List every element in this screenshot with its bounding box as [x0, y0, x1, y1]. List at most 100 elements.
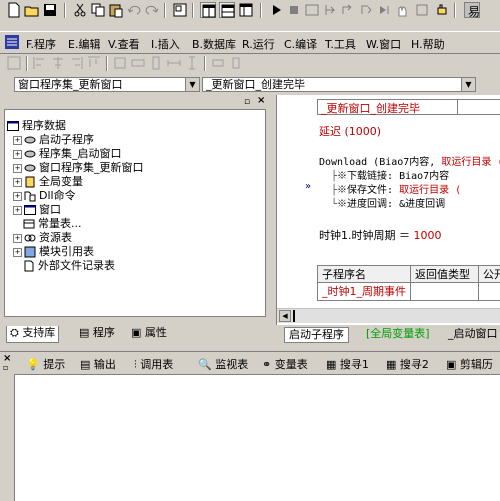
menu-window[interactable]: W.窗口 [366, 36, 401, 52]
expand-icon[interactable]: + [13, 205, 22, 215]
breakpoint-hand-icon[interactable] [394, 2, 410, 18]
run-to-cursor-icon[interactable] [376, 2, 392, 18]
find-icon[interactable] [172, 2, 188, 18]
menu-edit[interactable]: E.编辑 [68, 36, 100, 52]
cut-icon[interactable] [72, 2, 88, 18]
method-selector-combo[interactable]: _更新窗口_创建完毕 ▼ [202, 77, 476, 92]
tab-watch[interactable]: 🔍 监视表 [198, 356, 248, 372]
expand-icon[interactable]: + [13, 233, 22, 243]
layout-stack-icon[interactable] [219, 2, 235, 18]
tree-item[interactable]: + 资源表 [13, 231, 72, 245]
tree-item[interactable]: + 全局变量 [13, 175, 83, 189]
scroll-left-icon[interactable]: ◀ [279, 310, 291, 322]
tree-item[interactable]: + 窗口程序集_更新窗口 [13, 161, 144, 175]
tab-call-stack[interactable]: ⫶ 调用表 [134, 356, 173, 372]
menu-run[interactable]: R.运行 [242, 36, 275, 52]
menu-compile[interactable]: C.编译 [284, 36, 317, 52]
layout-list-icon[interactable] [238, 2, 254, 18]
tree-item[interactable]: + 启动子程序 [13, 133, 94, 147]
step-into-icon[interactable] [322, 2, 338, 18]
table-cell-return[interactable] [411, 283, 479, 301]
align-left-icon[interactable] [32, 55, 48, 71]
scroll-thumb[interactable] [293, 310, 295, 322]
align-grid-icon[interactable] [6, 55, 22, 71]
code-line-download[interactable]: Download (Biao7内容, 取运行目录 ( [319, 153, 500, 168]
tree-item[interactable]: + 程序集_启动窗口 [13, 147, 122, 161]
restore-icon[interactable]: ▫ [244, 97, 254, 107]
step-out-icon[interactable] [358, 2, 374, 18]
tree-item[interactable]: + 窗口 [13, 203, 61, 217]
tree-item[interactable]: 常量表... [23, 217, 82, 231]
menu-insert[interactable]: I.插入 [151, 36, 180, 52]
align-right-icon[interactable] [68, 55, 84, 71]
menu-tools[interactable]: T.工具 [325, 36, 356, 52]
tab-startup-window[interactable]: _启动窗口 [444, 327, 500, 341]
expand-icon[interactable]: + [13, 135, 22, 145]
step-over-icon[interactable] [340, 2, 356, 18]
table-cell-subname[interactable]: _时钟1_周期事件 [317, 283, 411, 301]
tab-clip-history[interactable]: ▣ 剪辑历 [446, 356, 493, 372]
tab-variables[interactable]: ⚭ 变量表 [262, 356, 308, 372]
paste-icon[interactable] [108, 2, 124, 18]
tab-properties[interactable]: ▣ 属性 [128, 326, 170, 342]
tab-output[interactable]: ▤ 输出 [80, 356, 116, 372]
menu-view[interactable]: V.查看 [108, 36, 140, 52]
expand-icon[interactable]: + [13, 177, 22, 187]
debug-icon[interactable] [304, 2, 320, 18]
undo-icon[interactable] [126, 2, 142, 18]
save-icon[interactable] [42, 2, 58, 18]
chevron-down-icon[interactable]: ▼ [461, 78, 475, 91]
tab-search2[interactable]: ▦ 搜寻2 [386, 356, 429, 372]
tab-global-var-table[interactable]: [全局变量表] [362, 327, 434, 341]
same-size-icon[interactable] [112, 55, 128, 71]
same-width-icon[interactable] [130, 55, 146, 71]
expand-icon[interactable]: + [13, 149, 22, 159]
tree-item[interactable]: + 模块引用表 [13, 245, 94, 259]
align-center-icon[interactable] [50, 55, 66, 71]
restore-icon[interactable]: ▫ [3, 363, 8, 372]
tab-search1[interactable]: ▦ 搜寻1 [326, 356, 369, 372]
space-horizontal-icon[interactable] [166, 55, 182, 71]
logo-icon[interactable]: 易 [464, 2, 480, 19]
tab-startup-sub[interactable]: 启动子程序 [284, 327, 349, 343]
new-file-icon[interactable] [6, 2, 22, 18]
misc-tool-icon[interactable] [414, 2, 430, 18]
output-pane[interactable] [14, 374, 500, 501]
help-hand-icon[interactable] [434, 2, 450, 18]
code-param-progress: └※进度回调: &进度回调 [331, 199, 446, 210]
code-editor[interactable]: _更新窗口_创建完毕 延迟 (1000) Download (Biao7内容, … [276, 95, 500, 325]
close-icon[interactable]: × [257, 96, 267, 106]
run-icon[interactable] [268, 2, 284, 18]
tab-program[interactable]: ▤ 程序 [76, 326, 118, 342]
table-cell-public[interactable] [479, 283, 500, 301]
center-vertical-icon[interactable] [228, 55, 244, 71]
code-line-timer[interactable]: 时钟1.时钟周期 ＝ 1000 [319, 227, 442, 243]
open-file-icon[interactable] [24, 2, 40, 18]
tree-item[interactable]: 外部文件记录表 [23, 259, 115, 273]
code-line-delay[interactable]: 延迟 (1000) [319, 123, 381, 139]
menu-database[interactable]: B.数据库 [192, 36, 236, 52]
center-horizontal-icon[interactable] [210, 55, 226, 71]
align-top-icon[interactable] [86, 55, 102, 71]
tab-support-library[interactable]: ⛭ 支持库 [6, 326, 60, 343]
class-selector-combo[interactable]: 窗口程序集_更新窗口 ▼ [14, 77, 200, 92]
tree-item[interactable]: + Dll命令 [13, 189, 76, 203]
horizontal-scrollbar[interactable]: ◀ [277, 308, 500, 323]
chevron-down-icon[interactable]: ▼ [185, 78, 199, 91]
redo-icon[interactable] [144, 2, 160, 18]
expand-icon[interactable]: + [13, 191, 22, 201]
search-result-icon: ▦ [386, 358, 397, 371]
tree-root[interactable]: 程序数据 [7, 119, 66, 133]
layout-tile-icon[interactable] [200, 2, 216, 18]
stop-icon[interactable] [286, 2, 302, 18]
same-height-icon[interactable] [148, 55, 164, 71]
menu-program[interactable]: F.程序 [26, 36, 56, 52]
expand-icon[interactable]: + [13, 163, 22, 173]
watch-icon: 🔍 [198, 358, 212, 371]
copy-icon[interactable] [90, 2, 106, 18]
space-vertical-icon[interactable] [184, 55, 200, 71]
menu-help[interactable]: H.帮助 [411, 36, 445, 52]
method-header-cell[interactable]: _更新窗口_创建完毕 [317, 99, 458, 115]
tab-hint[interactable]: 💡 提示 [26, 356, 65, 372]
expand-icon[interactable]: + [13, 247, 22, 257]
